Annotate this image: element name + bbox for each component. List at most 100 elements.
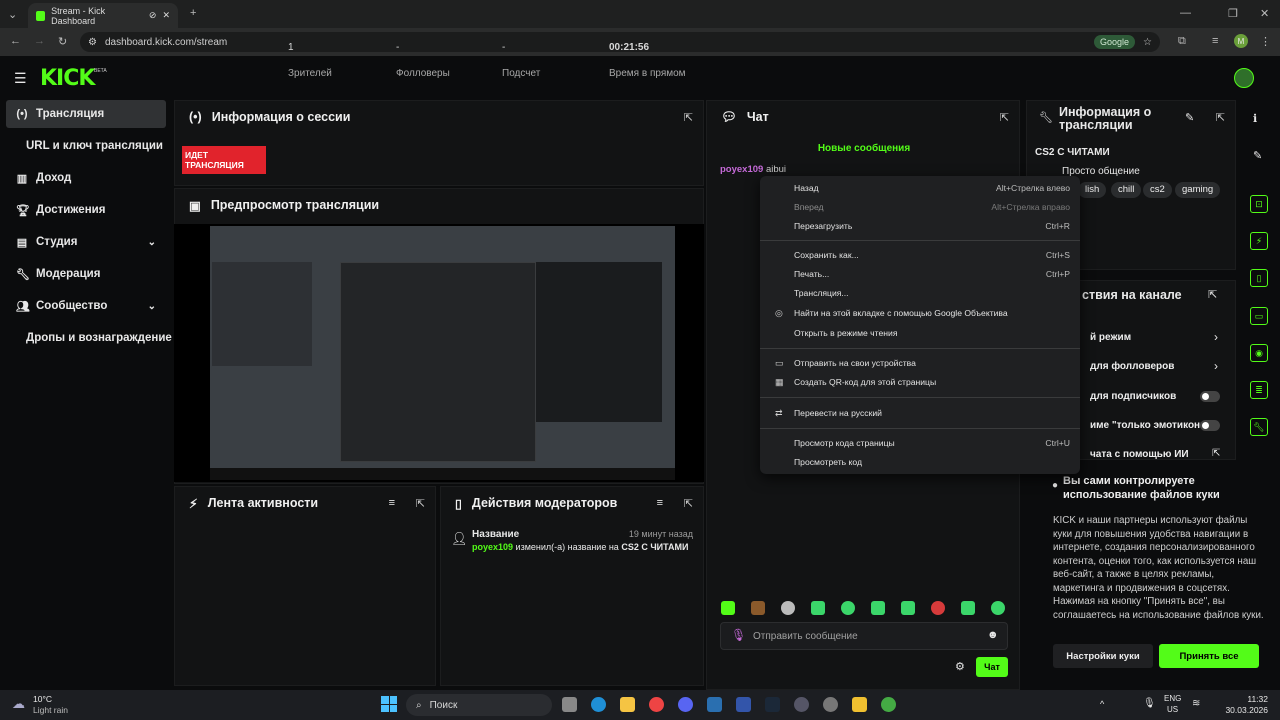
sidebar-item-income[interactable]: ▥ Доход xyxy=(6,164,166,192)
chevron-right-icon[interactable]: › xyxy=(1214,330,1218,344)
filter-icon[interactable]: ≡ xyxy=(657,497,663,509)
user-avatar[interactable] xyxy=(1234,68,1254,88)
sidebar-item-drops[interactable]: Дропы и вознаграждение xyxy=(16,324,176,352)
close-window-icon[interactable]: ✕ xyxy=(1260,7,1269,20)
ctx-translate[interactable]: Перевести на русский xyxy=(794,408,882,418)
emote-icon[interactable] xyxy=(931,601,945,615)
google-lens-button[interactable]: Google xyxy=(1094,35,1136,49)
emote-icon[interactable] xyxy=(751,601,765,615)
rail-chat-icon[interactable]: ▭ xyxy=(1250,307,1268,325)
file-explorer-icon[interactable] xyxy=(620,697,635,712)
ctx-inspect[interactable]: Просмотреть код xyxy=(794,457,862,467)
chat-input[interactable]: Отправить сообщение xyxy=(720,622,1008,650)
ctx-view-source[interactable]: Просмотр кода страницы xyxy=(794,438,895,448)
obs-icon[interactable] xyxy=(823,697,838,712)
emote-icon[interactable] xyxy=(721,601,735,615)
channel-action-ai[interactable]: чата с помощью ИИ xyxy=(1090,449,1189,460)
forward-icon[interactable]: → xyxy=(34,35,45,47)
ctx-qr[interactable]: Создать QR-код для этой страницы xyxy=(794,377,936,387)
ctx-print[interactable]: Печать... xyxy=(794,269,829,279)
app-icon[interactable] xyxy=(736,697,751,712)
sidebar-item-broadcast[interactable]: (•) Трансляция xyxy=(6,100,166,128)
emote-icon[interactable] xyxy=(871,601,885,615)
ctx-lens[interactable]: Найти на этой вкладке с помощью Google О… xyxy=(794,308,1008,318)
ctx-forward[interactable]: Вперед xyxy=(794,202,824,212)
reload-icon[interactable]: ↻ xyxy=(58,35,67,48)
filter-icon[interactable]: ≡ xyxy=(389,497,395,509)
microphone-icon[interactable]: 🎙︎ xyxy=(1143,698,1156,709)
ctx-back[interactable]: Назад xyxy=(794,183,819,193)
cookie-accept-button[interactable]: Принять все xyxy=(1159,644,1259,668)
reading-list-icon[interactable]: ≡ xyxy=(1212,35,1218,47)
rail-broadcast-icon[interactable]: ◉ xyxy=(1250,344,1268,362)
rail-clipboard-icon[interactable]: ▯ xyxy=(1250,269,1268,287)
steam-icon[interactable] xyxy=(765,697,780,712)
expand-icon[interactable]: ⇱ xyxy=(684,497,693,510)
edge-icon[interactable] xyxy=(591,697,606,712)
chat-message[interactable]: poyex109 aibui xyxy=(720,164,786,175)
chrome-icon[interactable] xyxy=(649,697,664,712)
ctx-cast[interactable]: Трансляция... xyxy=(794,288,849,298)
bookmark-star-icon[interactable]: ☆ xyxy=(1143,37,1152,48)
wifi-icon[interactable]: ≋ xyxy=(1192,698,1200,709)
chat-settings-icon[interactable]: ⚙ xyxy=(955,660,965,673)
sidebar-item-achievements[interactable]: 🏆︎ Достижения xyxy=(6,196,166,224)
new-tab-icon[interactable]: + xyxy=(190,7,196,19)
emoji-icon[interactable]: ☻ xyxy=(987,629,999,641)
rail-wrench-icon[interactable]: 🔧︎ xyxy=(1250,418,1268,436)
maximize-icon[interactable]: ❐ xyxy=(1228,7,1238,20)
sidebar-item-moderation[interactable]: 🔧︎ Модерация xyxy=(6,260,166,288)
expand-icon[interactable]: ⇱ xyxy=(1216,111,1225,124)
expand-icon[interactable]: ⇱ xyxy=(684,111,693,124)
expand-icon[interactable]: ⇱ xyxy=(1000,111,1009,124)
pencil-icon[interactable]: ✎ xyxy=(1253,149,1262,162)
external-link-icon[interactable]: ⇱ xyxy=(1212,448,1220,459)
extensions-icon[interactable]: ⧉ xyxy=(1178,35,1186,48)
rail-lightning-icon[interactable]: ⚡︎ xyxy=(1250,232,1268,250)
rail-list-icon[interactable]: ≣ xyxy=(1250,381,1268,399)
ctx-reload[interactable]: Перезагрузить xyxy=(794,221,852,231)
cookie-settings-button[interactable]: Настройки куки xyxy=(1053,644,1153,668)
channel-action-mode[interactable]: й режим xyxy=(1090,332,1131,343)
emotes-only-toggle[interactable] xyxy=(1200,420,1220,431)
emote-icon[interactable] xyxy=(781,601,795,615)
telegram-icon[interactable] xyxy=(707,697,722,712)
ctx-reader[interactable]: Открыть в режиме чтения xyxy=(794,328,897,338)
site-info-icon[interactable]: ⚙ xyxy=(88,37,97,48)
ctx-send[interactable]: Отправить на свои устройства xyxy=(794,358,916,368)
emote-icon[interactable] xyxy=(841,601,855,615)
minimize-icon[interactable]: — xyxy=(1180,7,1191,19)
kick-logo[interactable]: KICK xyxy=(40,66,95,91)
tab-search-icon[interactable]: ⌄ xyxy=(8,8,17,21)
subs-only-toggle[interactable] xyxy=(1200,391,1220,402)
browser-menu-icon[interactable]: ⋮ xyxy=(1260,35,1271,48)
emote-icon[interactable] xyxy=(901,601,915,615)
channel-action-followers[interactable]: для фолловеров xyxy=(1090,361,1174,372)
tray-chevron-icon[interactable]: ^ xyxy=(1100,699,1104,709)
weather-temp[interactable]: 10°C xyxy=(33,694,52,704)
chat-send-button[interactable]: Чат xyxy=(976,657,1008,677)
windows-start-icon[interactable] xyxy=(381,696,397,712)
sidebar-item-studio[interactable]: ▤ Студия ⌄ xyxy=(6,228,166,256)
sidebar-item-url-key[interactable]: URL и ключ трансляции xyxy=(16,132,176,160)
clock-time[interactable]: 11:32 xyxy=(1226,694,1268,704)
sidebar-item-community[interactable]: 👥︎ Сообщество ⌄ xyxy=(6,292,166,320)
new-messages-divider[interactable]: Новые сообщения xyxy=(720,143,1008,154)
rail-target-icon[interactable]: ⊡ xyxy=(1250,195,1268,213)
profile-avatar[interactable]: M xyxy=(1234,34,1248,48)
app-icon[interactable] xyxy=(794,697,809,712)
hamburger-menu-icon[interactable]: ☰ xyxy=(14,70,27,87)
discord-icon[interactable] xyxy=(678,697,693,712)
taskbar-search[interactable]: ⌕ Поиск xyxy=(406,694,552,716)
expand-icon[interactable]: ⇱ xyxy=(416,497,425,510)
info-icon[interactable]: ℹ xyxy=(1253,112,1257,125)
emote-icon[interactable] xyxy=(961,601,975,615)
edit-icon[interactable]: ✎ xyxy=(1185,111,1194,124)
task-view-icon[interactable] xyxy=(562,697,577,712)
emote-icon[interactable] xyxy=(991,601,1005,615)
chevron-right-icon[interactable]: › xyxy=(1214,359,1218,373)
emote-icon[interactable] xyxy=(811,601,825,615)
app-icon[interactable] xyxy=(852,697,867,712)
language-indicator[interactable]: ENG xyxy=(1164,694,1181,703)
expand-icon[interactable]: ⇱ xyxy=(1208,288,1217,301)
